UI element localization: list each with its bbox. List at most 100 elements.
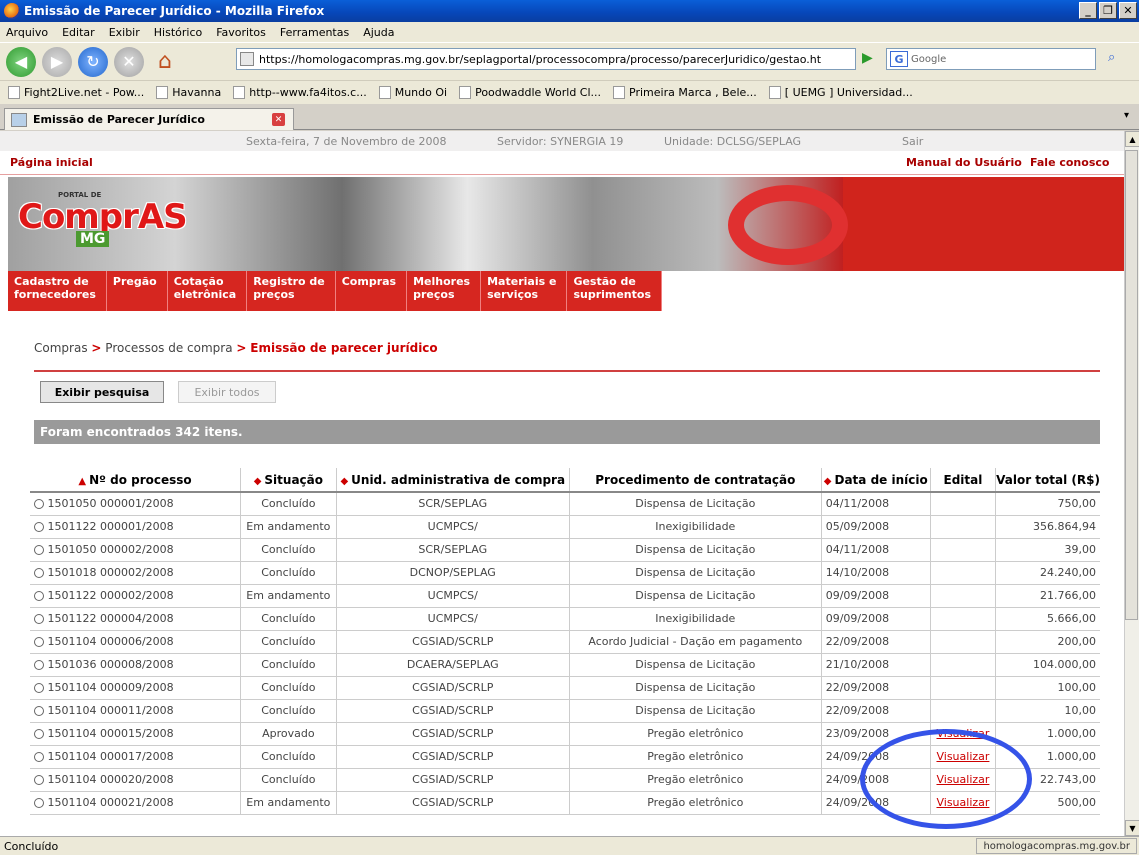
row-radio[interactable]: [34, 522, 44, 532]
table-row[interactable]: 1501104 000009/2008 Concluído CGSIAD/SCRLP…: [30, 676, 1100, 700]
bookmark-item[interactable]: Primeira Marca , Bele...: [613, 86, 757, 99]
table-row[interactable]: 1501050 000002/2008 Concluído SCR/SEPLAG Di…: [30, 538, 1100, 562]
table-row[interactable]: 1501122 000004/2008 Concluído UCMPCS/Inexi…: [30, 607, 1100, 631]
breadcrumb-compras[interactable]: Compras: [34, 341, 88, 355]
table-row[interactable]: 1501104 000006/2008 Concluído CGSIAD/SCRLP…: [30, 630, 1100, 654]
contact-link[interactable]: Fale conosco: [1030, 156, 1109, 169]
main-menu-item[interactable]: Cotação eletrônica: [168, 271, 248, 311]
show-all-button[interactable]: Exibir todos: [178, 381, 276, 403]
main-menu-item[interactable]: Gestão de suprimentos: [567, 271, 663, 311]
scroll-up-icon[interactable]: ▲: [1125, 131, 1139, 147]
column-header[interactable]: ◆ Unid. administrativa de compra: [335, 468, 570, 493]
row-radio[interactable]: [34, 637, 44, 647]
table-row[interactable]: 1501104 000011/2008 Concluído CGSIAD/SCRLP…: [30, 699, 1100, 723]
row-radio[interactable]: [34, 660, 44, 670]
menu-item-line1: Pregão: [112, 275, 157, 288]
row-radio[interactable]: [34, 499, 44, 510]
main-menu-item[interactable]: Melhores preços: [407, 271, 482, 311]
table-cell: Dispensa de Licitação: [568, 538, 822, 562]
menu-editar[interactable]: Editar: [62, 26, 95, 39]
column-header[interactable]: ◆ Situação: [240, 468, 337, 493]
table-cell: Em andamento: [240, 791, 337, 815]
table-row[interactable]: 1501122 000001/2008 Em andamento UCMPCS/In…: [30, 515, 1100, 539]
sort-icon[interactable]: ◆: [254, 476, 262, 487]
menu-arquivo[interactable]: Arquivo: [6, 26, 48, 39]
bookmark-item[interactable]: Fight2Live.net - Pow...: [8, 86, 144, 99]
column-header[interactable]: ▲ Nº do processo: [30, 468, 241, 493]
scrollbar-thumb[interactable]: [1125, 150, 1138, 620]
cell-value: Aprovado: [262, 727, 315, 740]
table-cell: [929, 653, 996, 677]
column-header[interactable]: ◆ Data de início: [820, 468, 931, 493]
reload-button[interactable]: ↻: [78, 46, 108, 77]
sort-icon[interactable]: ▲: [78, 476, 86, 487]
bookmark-item[interactable]: [ UEMG ] Universidad...: [768, 86, 913, 99]
manual-link[interactable]: Manual do Usuário: [906, 156, 1022, 169]
bookmark-item[interactable]: Havanna: [156, 86, 221, 99]
url-bar[interactable]: https://homologacompras.mg.gov.br/seplag…: [236, 48, 856, 70]
menu-item-line1: Cotação: [173, 275, 224, 288]
back-button[interactable]: ◀: [6, 46, 36, 77]
cell-value: Em andamento: [246, 589, 331, 602]
main-menu-item[interactable]: Registro de preços: [247, 271, 336, 311]
breadcrumb-processos[interactable]: Processos de compra: [105, 341, 232, 355]
main-menu-item[interactable]: Cadastro de fornecedores: [8, 271, 107, 311]
table-cell: CGSIAD/SCRLP: [335, 745, 570, 769]
minimize-button[interactable]: _: [1079, 2, 1097, 19]
sort-icon[interactable]: ◆: [340, 476, 348, 487]
stop-button[interactable]: ✕: [114, 46, 144, 77]
menu-item-line2: eletrônica: [173, 288, 237, 301]
row-radio[interactable]: [34, 545, 44, 555]
tab-parecer[interactable]: Emissão de Parecer Jurídico ✕: [4, 108, 294, 130]
row-radio[interactable]: [34, 706, 44, 716]
main-menu-item[interactable]: Materiais e serviços: [481, 271, 568, 311]
table-row[interactable]: 1501036 000008/2008 Concluído DCAERA/SEPLA…: [30, 653, 1100, 677]
row-radio[interactable]: [34, 798, 44, 808]
main-menu-item[interactable]: Compras: [336, 271, 408, 311]
table-row[interactable]: 1501050 000001/2008 Concluído SCR/SEPLAG Di…: [30, 492, 1100, 516]
forward-button[interactable]: ▶: [42, 46, 72, 77]
menu-exibir[interactable]: Exibir: [109, 26, 140, 39]
bookmark-item[interactable]: http--www.fa4itos.c...: [233, 86, 367, 99]
row-radio[interactable]: [34, 729, 44, 739]
logout-link[interactable]: Sair: [902, 135, 923, 148]
menu-histrico[interactable]: Histórico: [154, 26, 202, 39]
table-cell: 1501104 000021/2008: [30, 791, 241, 815]
table-cell: Pregão eletrônico: [568, 768, 822, 792]
google-icon: G: [890, 51, 908, 67]
bookmark-item[interactable]: Mundo Oi: [378, 86, 447, 99]
menu-ajuda[interactable]: Ajuda: [363, 26, 394, 39]
search-icon[interactable]: ⌕: [1108, 50, 1128, 68]
bookmark-label: Primeira Marca , Bele...: [629, 86, 757, 99]
menu-ferramentas[interactable]: Ferramentas: [280, 26, 349, 39]
cell-value: 04/11/2008: [825, 497, 890, 511]
row-radio[interactable]: [34, 752, 44, 762]
close-button[interactable]: ✕: [1119, 2, 1137, 19]
row-radio[interactable]: [34, 683, 44, 693]
menu-item-line2: fornecedores: [14, 288, 96, 301]
maximize-button[interactable]: ❐: [1099, 2, 1117, 19]
tab-close-icon[interactable]: ✕: [272, 113, 285, 126]
tab-list-icon[interactable]: ▾: [1124, 110, 1138, 128]
main-menu-item[interactable]: Pregão: [107, 271, 168, 311]
menu-favoritos[interactable]: Favoritos: [216, 26, 266, 39]
scroll-down-icon[interactable]: ▼: [1125, 820, 1139, 836]
table-row[interactable]: 1501122 000002/2008 Em andamento UCMPCS/Di…: [30, 584, 1100, 608]
row-radio[interactable]: [34, 568, 44, 578]
cell-value: Dispensa de Licitação: [635, 589, 756, 602]
row-radio[interactable]: [34, 591, 44, 601]
row-radio[interactable]: [34, 614, 44, 624]
sort-icon[interactable]: ◆: [824, 476, 832, 487]
show-search-button[interactable]: Exibir pesquisa: [40, 381, 164, 403]
table-row[interactable]: 1501018 000002/2008 Concluído DCNOP/SEPLAG…: [30, 561, 1100, 585]
search-input[interactable]: G Google: [886, 48, 1096, 70]
home-icon[interactable]: ⌂: [150, 47, 180, 77]
home-link[interactable]: Página inicial: [10, 156, 93, 169]
row-radio[interactable]: [34, 775, 44, 785]
table-cell: 24.240,00: [995, 561, 1100, 585]
compras-logo[interactable]: PORTAL DE ComprAS MG: [18, 191, 188, 251]
bookmark-item[interactable]: Poodwaddle World Cl...: [459, 86, 601, 99]
cell-value: CGSIAD/SCRLP: [412, 773, 494, 786]
table-cell: 5.666,00: [995, 607, 1100, 631]
go-icon[interactable]: ▶: [862, 50, 878, 68]
